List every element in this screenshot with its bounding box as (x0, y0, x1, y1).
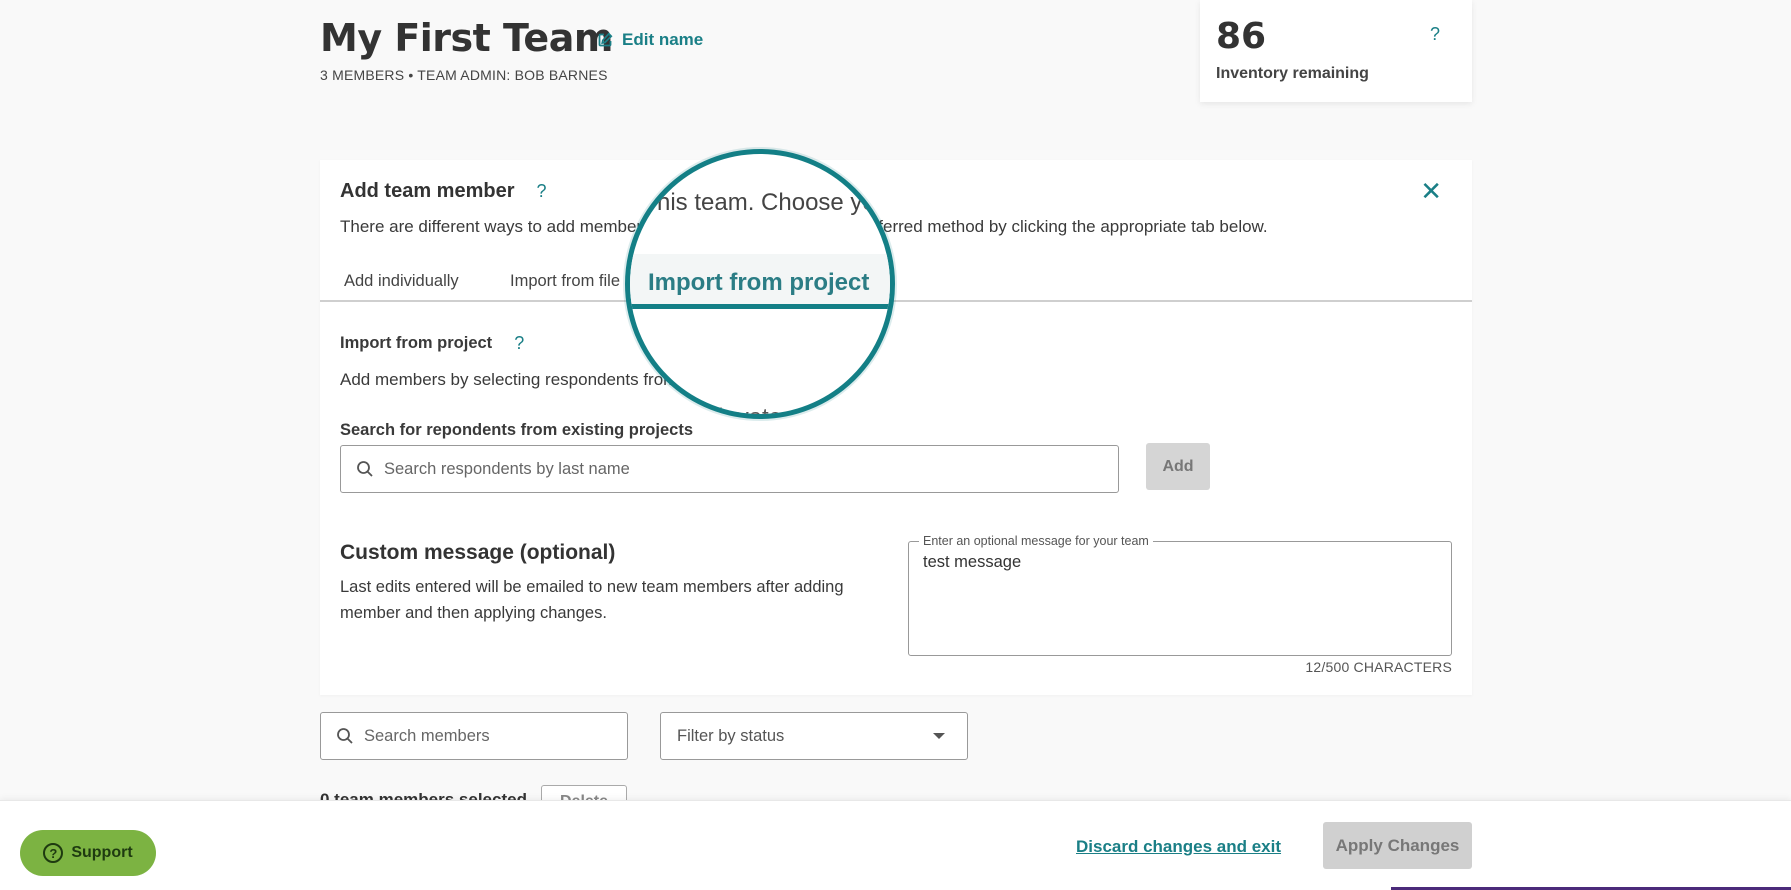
status-filter-select[interactable]: Filter by status (660, 712, 968, 760)
team-meta: 3 MEMBERS • TEAM ADMIN: BOB BARNES (320, 67, 608, 83)
add-method-tabs: Add individually Import from file (320, 260, 1472, 302)
tab-import-from-file[interactable]: Import from file (510, 272, 620, 291)
custom-message-legend: Enter an optional message for your team (923, 534, 1149, 548)
custom-message-title: Custom message (optional) (340, 541, 616, 564)
respondent-search-input[interactable] (384, 459, 1118, 479)
zoom-magnifier: his team. Choose yo Import from project … (625, 149, 895, 419)
panel-help-icon[interactable]: ? (537, 181, 547, 202)
team-title: My First Team (320, 16, 613, 60)
inventory-count: 86 (1216, 16, 1267, 57)
status-filter-label: Filter by status (677, 726, 785, 745)
panel-title: Add team member (340, 180, 515, 202)
custom-message-value[interactable]: test message (923, 553, 1437, 572)
add-button[interactable]: Add (1146, 443, 1210, 490)
caret-down-icon (933, 733, 945, 739)
respondent-search-label: Search for repondents from existing proj… (340, 421, 693, 439)
tab-import-from-project[interactable]: Import from project (648, 269, 869, 297)
respondent-search-box[interactable] (340, 445, 1119, 493)
support-label: Support (71, 844, 133, 861)
members-search-input[interactable] (364, 726, 627, 746)
inventory-label: Inventory remaining (1216, 65, 1369, 82)
add-team-member-heading: Add team member ? (340, 180, 547, 203)
custom-message-description: Last edits entered will be emailed to ne… (340, 578, 844, 622)
inventory-card: 86 Inventory remaining ? (1200, 0, 1472, 102)
pencil-square-icon (598, 32, 613, 47)
add-team-member-panel: Add team member ? ✕ There are different … (320, 160, 1472, 695)
custom-message-field[interactable]: Enter an optional message for your team … (908, 534, 1452, 656)
character-count: 12/500 CHARACTERS (1305, 659, 1452, 675)
footer-bar: ? Support Discard changes and exit Apply… (0, 800, 1791, 890)
apply-changes-button[interactable]: Apply Changes (1323, 822, 1472, 869)
section-help-icon[interactable]: ? (514, 333, 524, 354)
search-icon (357, 461, 373, 477)
inventory-help-icon[interactable]: ? (1430, 24, 1440, 45)
discard-changes-link[interactable]: Discard changes and exit (1076, 837, 1281, 857)
tab-add-individually[interactable]: Add individually (344, 272, 459, 291)
help-circle-icon: ? (43, 843, 64, 863)
edit-name-label: Edit name (622, 30, 704, 49)
close-icon[interactable]: ✕ (1420, 178, 1442, 204)
search-icon (337, 728, 353, 744)
magnified-description-text: his team. Choose yo (657, 189, 876, 216)
import-from-project-heading: Import from project ? (340, 333, 524, 354)
section-title: Import from project (340, 334, 493, 352)
active-tab-underline (630, 304, 890, 309)
edit-name-button[interactable]: Edit name (597, 30, 703, 50)
members-search-box[interactable] (320, 712, 628, 760)
support-button[interactable]: ? Support (20, 830, 156, 876)
